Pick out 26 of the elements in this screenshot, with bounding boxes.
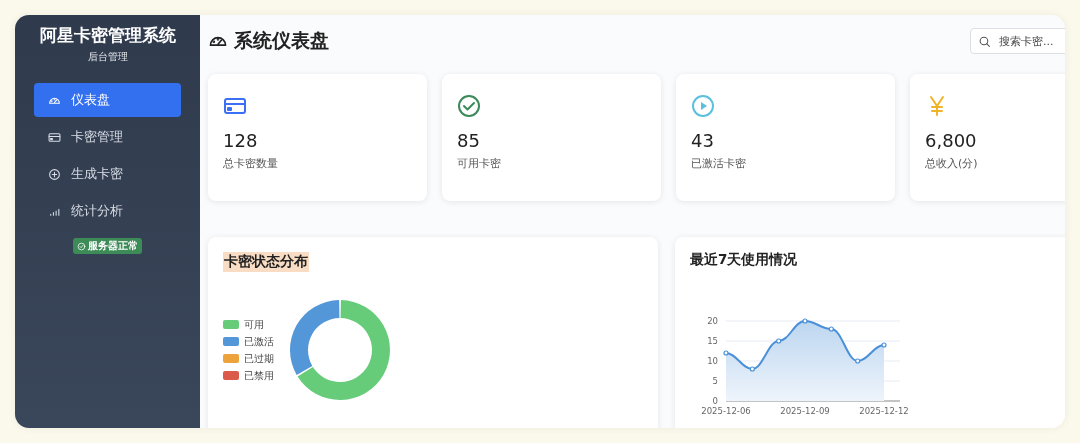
app-title: 阿星卡密管理系统 <box>39 24 176 47</box>
panel-title: 卡密状态分布 <box>223 252 309 272</box>
app-subtitle: 后台管理 <box>87 50 128 64</box>
stat-label: 总收入(分) <box>925 156 979 171</box>
legend-label: 已激活 <box>244 334 274 349</box>
stat-value: 85 <box>457 130 481 151</box>
axis-label: 2025-12-09 <box>780 406 830 416</box>
page-title: 系统仪表盘 <box>234 28 329 53</box>
panel-title: 最近7天使用情况 <box>690 251 799 269</box>
stat-value: 128 <box>223 130 259 151</box>
legend-label: 可用 <box>244 317 264 332</box>
stat-label: 可用卡密 <box>457 156 502 171</box>
axis-label: 10 <box>707 356 718 366</box>
stat-label: 已激活卡密 <box>691 156 747 171</box>
legend-label: 已禁用 <box>244 368 274 383</box>
axis-label: 5 <box>712 376 718 386</box>
legend-label: 已过期 <box>244 351 274 366</box>
axis-label: 2025-12-06 <box>701 406 751 416</box>
stat-value: 43 <box>691 130 715 151</box>
axis-label: 0 <box>712 396 718 406</box>
status-badge: 服务器正常 <box>73 238 142 254</box>
axis-label: 20 <box>707 316 718 326</box>
axis-label: 15 <box>707 336 718 346</box>
axis-label: 2025-12-12 <box>859 406 909 416</box>
stat-label: 总卡密数量 <box>223 156 279 171</box>
stat-value: 6,800 <box>925 130 978 151</box>
